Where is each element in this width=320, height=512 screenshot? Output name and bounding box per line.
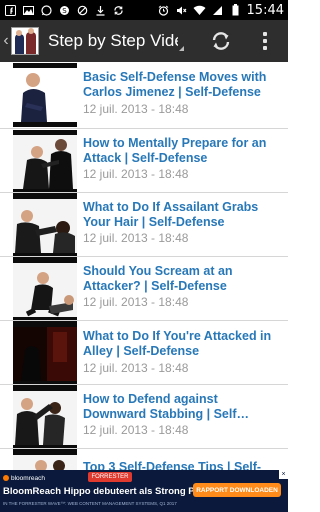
video-date: 12 juil. 2013 - 18:48 [83,231,189,245]
video-date: 12 juil. 2013 - 18:48 [83,167,189,181]
app-logo[interactable] [11,27,39,55]
clock-time: 15:44 [246,2,284,18]
overflow-dot [263,46,267,50]
video-thumbnail[interactable] [13,63,77,127]
spinner-caret-icon[interactable] [179,46,184,51]
list-item[interactable]: What to Do If Assailant Grabs Your Hair … [0,193,288,259]
ad-subtext: IN THE FORRESTER WAVE™: WEB CONTENT MANA… [3,501,177,506]
video-thumbnail[interactable] [13,386,77,450]
skype-notification-icon: S [58,4,71,17]
signal-icon [211,4,224,17]
battery-icon [229,4,242,17]
video-thumbnail[interactable] [13,194,77,258]
video-date: 12 juil. 2013 - 18:48 [83,423,189,437]
list-item[interactable]: Should You Scream at an Attacker? | Self… [0,257,288,323]
list-item[interactable]: What to Do If You're Attacked in Alley |… [0,321,288,387]
video-thumbnail[interactable] [13,322,77,386]
video-thumbnail[interactable] [13,258,77,322]
ad-close-button[interactable]: × [279,470,288,479]
svg-text:S: S [62,7,67,15]
up-navigation-icon[interactable]: ‹ [1,20,11,62]
video-list[interactable]: Basic Self-Defense Moves with Carlos Jim… [0,62,288,470]
video-title[interactable]: How to Defend against Downward Stabbing … [83,392,281,422]
ad-brand-logo: bloomreach [3,473,53,483]
ad-cta-button[interactable]: RAPPORT DOWNLOADEN [193,483,281,497]
video-title[interactable]: Top 3 Self-Defense Tips | Self- [83,460,281,470]
notification-icons: S [4,4,125,17]
video-title[interactable]: Should You Scream at an Attacker? | Self… [83,264,281,294]
alarm-icon [157,4,170,17]
refresh-button[interactable] [206,20,236,62]
video-title[interactable]: What to Do If You're Attacked in Alley |… [83,329,281,359]
whatsapp-notification-icon [40,4,53,17]
action-bar: ‹ Step by Step Video [0,20,288,62]
video-date: 12 juil. 2013 - 18:48 [83,361,189,375]
video-thumbnail[interactable] [13,130,77,194]
facebook-notification-icon [4,4,17,17]
list-item[interactable]: Top 3 Self-Defense Tips | Self- [0,449,288,470]
sync-icon [112,4,125,17]
refresh-icon [212,32,230,50]
block-icon [76,4,89,17]
video-title[interactable]: What to Do If Assailant Grabs Your Hair … [83,200,281,230]
app-title[interactable]: Step by Step Video [48,31,178,51]
ad-badge: FORRESTER [88,472,132,482]
status-bar: S 15:44 [0,0,288,20]
overflow-dot [263,32,267,36]
video-title[interactable]: Basic Self-Defense Moves with Carlos Jim… [83,70,281,100]
video-thumbnail[interactable] [13,450,77,470]
list-item[interactable]: How to Defend against Downward Stabbing … [0,385,288,451]
video-date: 12 juil. 2013 - 18:48 [83,295,189,309]
overflow-dot [263,39,267,43]
mute-icon [175,4,188,17]
overflow-menu-button[interactable] [254,20,276,62]
list-item[interactable]: How to Mentally Prepare for an Attack | … [0,129,288,195]
video-date: 12 juil. 2013 - 18:48 [83,102,189,116]
ad-brand: bloomreach [11,474,45,482]
ad-banner[interactable]: bloomreach FORRESTER BloomReach Hippo de… [0,470,288,512]
video-title[interactable]: How to Mentally Prepare for an Attack | … [83,136,281,166]
download-icon [94,4,107,17]
brand-dot-icon [3,475,9,481]
image-notification-icon [22,4,35,17]
system-icons: 15:44 [157,3,284,18]
list-item[interactable]: Basic Self-Defense Moves with Carlos Jim… [0,62,288,128]
wifi-icon [193,4,206,17]
